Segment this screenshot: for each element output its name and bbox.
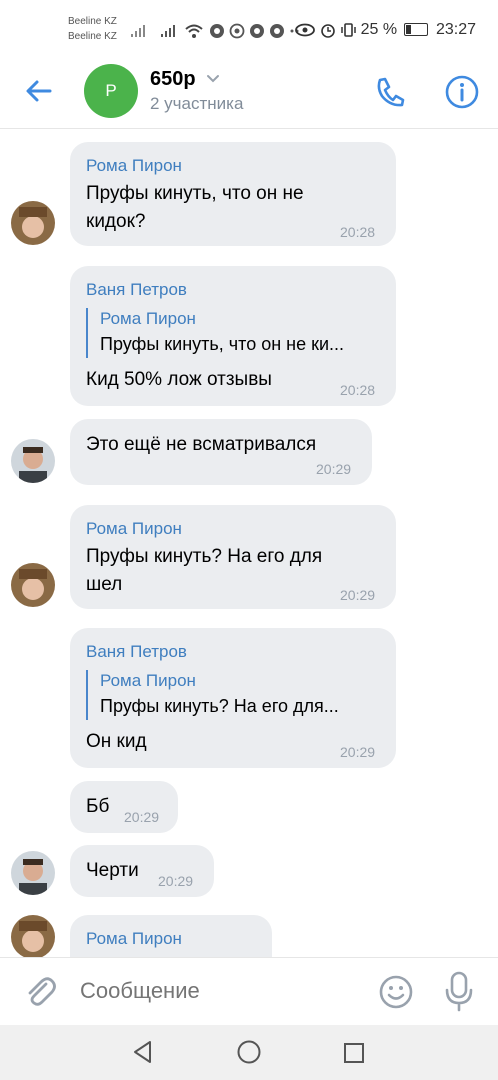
status-bar: Beeline KZ Beeline KZ 25 % 23:27 — [0, 0, 498, 60]
vibrate-icon — [341, 22, 356, 37]
avatar-roma[interactable] — [11, 915, 55, 957]
reply-author: Рома Пирон — [100, 309, 196, 328]
reply-author: Рома Пирон — [100, 671, 196, 690]
nav-back-icon[interactable] — [130, 1039, 156, 1065]
message-text: Кид 50% лож отзывы — [86, 369, 272, 390]
message-time: 20:29 — [340, 587, 376, 603]
message-text: Это ещё не всматривался — [86, 434, 317, 455]
message-feed[interactable]: Рома Пирон Пруфы кинуть, что он не кидок… — [0, 129, 498, 957]
message-bubble[interactable]: Ваня Петров Рома Пирон Пруфы кинуть, что… — [70, 266, 396, 406]
message-author[interactable]: Рома Пирон — [86, 519, 182, 539]
message-bubble[interactable]: Ваня Петров Рома Пирон Пруфы кинуть? На … — [70, 628, 396, 768]
chat-subtitle: 2 участника — [150, 94, 244, 113]
info-icon[interactable] — [442, 72, 482, 112]
message-time: 20:29 — [158, 873, 194, 889]
message-author[interactable]: Ваня Петров — [86, 280, 187, 300]
message-text-line: кидок? — [86, 211, 146, 232]
carrier-1: Beeline KZ — [68, 16, 117, 27]
battery-percent: 25 % — [360, 21, 398, 38]
message-text: Он кид — [86, 731, 147, 752]
nav-recent-icon[interactable] — [342, 1041, 366, 1065]
message-bubble[interactable]: Черти 20:29 — [70, 845, 214, 897]
message-time: 20:29 — [124, 809, 160, 825]
reply-text: Пруфы кинуть? На его для... — [100, 696, 339, 716]
status-right: 25 % 23:27 — [295, 21, 476, 39]
status-icons — [130, 22, 303, 39]
alarm-icon — [320, 23, 335, 38]
message-input[interactable] — [80, 978, 350, 1004]
message-bubble[interactable]: Бб 20:29 — [70, 781, 178, 833]
message-time: 20:28 — [340, 382, 376, 398]
clock: 23:27 — [435, 21, 476, 38]
reply-quote[interactable]: Рома Пирон Пруфы кинуть? На его для... — [86, 670, 339, 720]
avatar-roma[interactable] — [11, 563, 55, 607]
chrome-icon — [209, 24, 224, 39]
chrome-icon-3 — [270, 24, 285, 39]
system-nav-bar — [0, 1025, 498, 1080]
chrome-icon-2 — [249, 24, 264, 39]
chat-avatar[interactable]: Р — [84, 64, 138, 118]
message-time: 20:29 — [340, 744, 376, 760]
message-author[interactable]: Рома Пирон — [86, 929, 182, 949]
composer — [0, 957, 498, 1026]
avatar-roma[interactable] — [11, 201, 55, 245]
chat-header: Р 650р 2 участника — [0, 60, 498, 129]
avatar-image — [11, 201, 55, 245]
nav-home-icon[interactable] — [236, 1039, 262, 1065]
message-text-line: шел — [86, 574, 123, 595]
back-arrow-icon[interactable] — [22, 74, 56, 108]
eye-icon — [295, 23, 316, 37]
wifi-icon — [185, 24, 204, 39]
phone-icon[interactable] — [370, 72, 410, 112]
message-text: Бб — [86, 796, 110, 817]
avatar-vanya[interactable] — [11, 851, 55, 895]
message-bubble[interactable]: Рома Пирон — [70, 915, 272, 957]
message-bubble[interactable]: Рома Пирон Пруфы кинуть? На его для шел … — [70, 505, 396, 609]
message-bubble[interactable]: Это ещё не всматривался 20:29 — [70, 419, 372, 485]
avatar-image — [11, 851, 55, 895]
message-text: Черти — [86, 860, 139, 881]
carrier-2: Beeline KZ — [68, 31, 117, 42]
message-author[interactable]: Рома Пирон — [86, 156, 182, 176]
message-text-line: Пруфы кинуть, что он не — [86, 183, 304, 204]
reply-text: Пруфы кинуть, что он не ки... — [100, 334, 345, 354]
message-time: 20:28 — [340, 224, 376, 240]
message-time: 20:29 — [316, 461, 352, 477]
chevron-down-icon[interactable] — [205, 70, 221, 86]
avatar-image — [11, 563, 55, 607]
reply-quote[interactable]: Рома Пирон Пруфы кинуть, что он не ки... — [86, 308, 344, 358]
avatar-image — [11, 439, 55, 483]
whatsapp-icon — [229, 23, 245, 39]
chat-title[interactable]: 650р — [150, 68, 196, 91]
battery-icon — [403, 23, 428, 37]
signal-icon-2 — [161, 25, 176, 38]
avatar-image — [11, 915, 55, 957]
message-bubble[interactable]: Рома Пирон Пруфы кинуть, что он не кидок… — [70, 142, 396, 246]
attach-icon[interactable] — [22, 972, 56, 1010]
message-author[interactable]: Ваня Петров — [86, 642, 187, 662]
emoji-icon[interactable] — [376, 972, 416, 1012]
avatar-vanya[interactable] — [11, 439, 55, 483]
message-text-line: Пруфы кинуть? На его для — [86, 546, 323, 567]
mic-icon[interactable] — [441, 970, 477, 1012]
signal-icon — [131, 25, 145, 38]
